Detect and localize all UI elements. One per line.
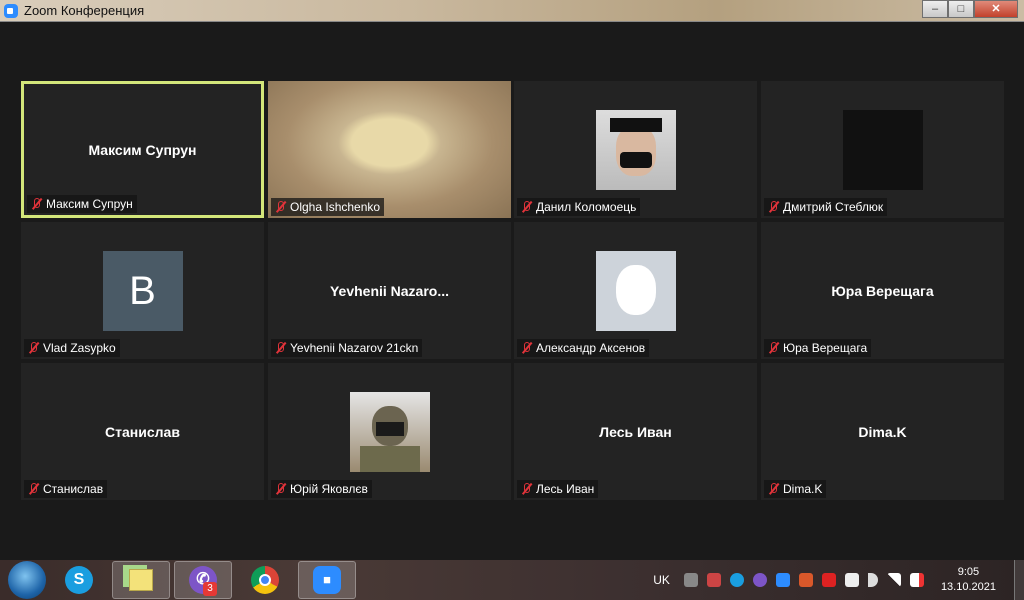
mic-muted-icon [767, 483, 779, 495]
participant-tile[interactable]: Юрій Яковлєв [268, 363, 511, 500]
participant-tile[interactable]: Юра Верещага Юра Верещага [761, 222, 1004, 359]
network-icon[interactable] [886, 573, 901, 587]
participant-tile[interactable]: Дмитрий Стеблюк [761, 81, 1004, 218]
participant-name-label: Юра Верещага [764, 339, 872, 357]
mic-muted-icon [27, 483, 39, 495]
participant-name: Yevhenii Nazarov 21ckn [290, 341, 419, 355]
participant-tile[interactable]: Максим Супрун Максим Супрун [21, 81, 264, 218]
viber-badge: 3 [203, 582, 217, 596]
zoom-icon: ■ [313, 566, 341, 594]
shield-icon[interactable] [821, 573, 836, 587]
viber-tray-icon[interactable] [752, 573, 767, 587]
clock[interactable]: 9:05 13.10.2021 [941, 565, 996, 595]
taskbar-chrome[interactable] [236, 561, 294, 599]
participant-avatar [595, 109, 676, 190]
zoom-tray-icon[interactable] [775, 573, 790, 587]
participant-name-label: Vlad Zasypko [24, 339, 120, 357]
participant-display-name: Лесь Иван [599, 423, 672, 440]
participant-name: Максим Супрун [46, 197, 133, 211]
ccleaner-icon[interactable] [798, 573, 813, 587]
zoom-logo-icon [4, 3, 18, 18]
participant-display-name: Юра Верещага [831, 282, 934, 299]
taskbar-sticky-notes[interactable] [112, 561, 170, 599]
participant-name-label: Olgha Ishchenko [271, 198, 385, 216]
participant-name-label: Лесь Иван [517, 480, 599, 498]
title-bar: Zoom Конференция – □ ✕ [0, 0, 1024, 22]
participant-display-name: Yevhenii Nazaro... [329, 282, 450, 299]
participant-name-label: Yevhenii Nazarov 21ckn [271, 339, 423, 357]
pen-icon[interactable] [683, 573, 698, 587]
close-button[interactable]: ✕ [974, 0, 1018, 18]
language-indicator[interactable]: UK [653, 573, 670, 587]
participant-tile[interactable]: Olgha Ishchenko [268, 81, 511, 218]
participant-name-label: Юрій Яковлєв [271, 480, 372, 498]
system-tray: UK 9:05 13.10.2021 [653, 560, 1024, 600]
participant-avatar [349, 391, 430, 472]
minimize-button[interactable]: – [922, 0, 948, 18]
participant-name-label: Данил Коломоець [517, 198, 641, 216]
taskbar-skype[interactable]: S [50, 561, 108, 599]
participant-display-name: Станислав [105, 423, 180, 440]
participant-name: Dima.K [783, 482, 823, 496]
participant-name-label: Максим Супрун [27, 195, 137, 213]
participant-name: Vlad Zasypko [43, 341, 116, 355]
power-icon[interactable] [844, 573, 859, 587]
mic-muted-icon [274, 483, 286, 495]
time: 9:05 [957, 566, 980, 578]
mic-muted-icon [520, 483, 532, 495]
participant-avatar: B [102, 250, 183, 331]
participant-name: Olgha Ishchenko [290, 200, 381, 214]
taskbar-viber[interactable]: ✆ 3 [174, 561, 232, 599]
participant-name-label: Станислав [24, 480, 108, 498]
participant-tile[interactable]: Станислав Станислав [21, 363, 264, 500]
taskbar-zoom[interactable]: ■ [298, 561, 356, 599]
participant-avatar [595, 250, 676, 331]
participant-display-name: Dima.K [858, 423, 907, 440]
mic-muted-icon [274, 201, 286, 213]
participant-tile[interactable]: Yevhenii Nazaro... Yevhenii Nazarov 21ckn [268, 222, 511, 359]
participant-display-name: Максим Супрун [88, 141, 197, 158]
action-center-flag-icon[interactable] [909, 573, 924, 587]
date: 13.10.2021 [940, 581, 996, 593]
skype-icon: S [65, 566, 93, 594]
participant-avatar [842, 109, 923, 190]
participant-name: Александр Аксенов [536, 341, 646, 355]
participant-tile[interactable]: B Vlad Zasypko [21, 222, 264, 359]
show-desktop-button[interactable] [1014, 560, 1024, 600]
volume-icon[interactable] [867, 573, 878, 587]
sticky-notes-icon [129, 569, 153, 591]
mic-muted-icon [767, 201, 779, 213]
chrome-icon [251, 566, 279, 594]
gallery-view: Максим Супрун Максим Супрун Olgha Ishchenk… [0, 23, 1024, 560]
participant-name: Дмитрий Стеблюк [783, 200, 884, 214]
participant-tile[interactable]: Dima.K Dima.K [761, 363, 1004, 500]
mic-muted-icon [27, 342, 39, 354]
participant-name: Данил Коломоець [536, 200, 637, 214]
participant-name: Станислав [43, 482, 104, 496]
participant-name: Юра Верещага [783, 341, 868, 355]
mic-muted-icon [30, 198, 42, 210]
tablet-icon[interactable] [706, 573, 721, 587]
mic-muted-icon [274, 342, 286, 354]
taskbar: S ✆ 3 ■ UK 9:05 13.10.2021 [0, 560, 1024, 600]
participant-tile[interactable]: Лесь Иван Лесь Иван [514, 363, 757, 500]
skype-tray-icon[interactable] [729, 573, 744, 587]
participant-name: Лесь Иван [536, 482, 595, 496]
mic-muted-icon [520, 201, 532, 213]
mic-muted-icon [520, 342, 532, 354]
start-button[interactable] [8, 561, 46, 599]
participant-name-label: Александр Аксенов [517, 339, 650, 357]
mic-muted-icon [767, 342, 779, 354]
participant-tile[interactable]: Александр Аксенов [514, 222, 757, 359]
participant-name-label: Дмитрий Стеблюк [764, 198, 888, 216]
maximize-button[interactable]: □ [948, 0, 974, 18]
participant-name-label: Dima.K [764, 480, 827, 498]
window-title: Zoom Конференция [24, 3, 145, 18]
participant-tile[interactable]: Данил Коломоець [514, 81, 757, 218]
participant-name: Юрій Яковлєв [290, 482, 368, 496]
